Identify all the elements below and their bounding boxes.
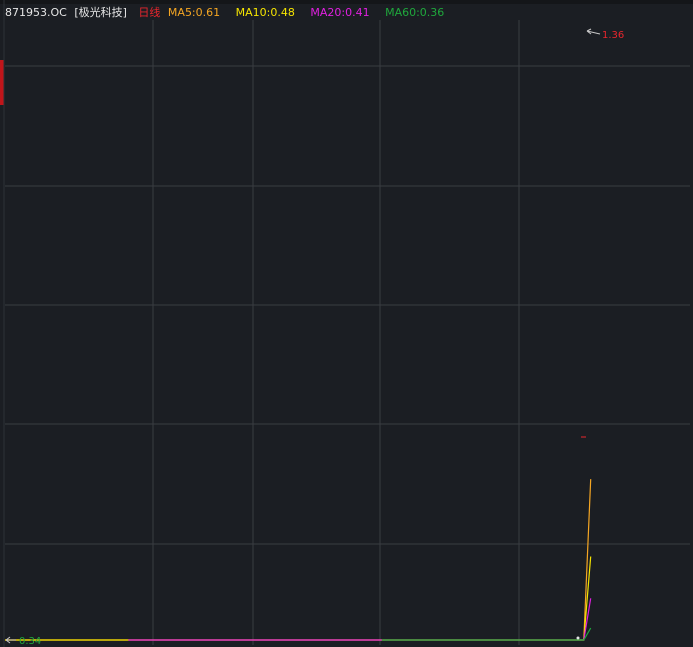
- high-price-label: 1.36: [602, 30, 624, 41]
- series-line-ma20: [128, 598, 592, 641]
- series-lines: [5, 479, 592, 641]
- high-marker-arrow: [586, 28, 601, 35]
- kline-chart[interactable]: 871953.OC [极光科技] 日线 MA5:0.61 MA10:0.48 M…: [0, 0, 693, 647]
- annotations: 1.36 0.34: [5, 28, 624, 647]
- last-candle-marker: [576, 636, 580, 640]
- series-line-ma10: [5, 556, 592, 641]
- series-line-ma60: [381, 627, 592, 641]
- series-line-ma5: [5, 479, 592, 641]
- plot-area: 1.36 0.34: [3, 0, 690, 647]
- low-price-label: 0.34: [19, 636, 41, 647]
- low-marker-arrow: [5, 636, 16, 644]
